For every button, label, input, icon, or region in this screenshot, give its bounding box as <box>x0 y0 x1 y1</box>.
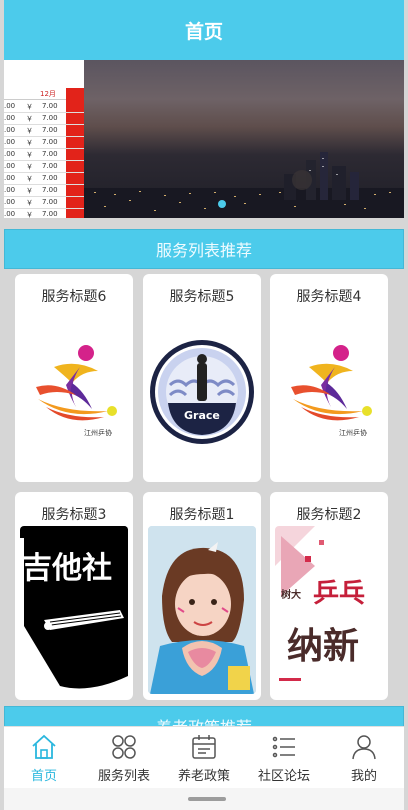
sheet-cell: 7.00 <box>42 198 58 206</box>
tab-home[interactable]: 首页 <box>4 727 84 789</box>
sheet-row: .00 ￥ 7.00 <box>4 209 84 218</box>
sheet-cell: .00 <box>4 126 16 134</box>
page-title: 首页 <box>184 20 223 43</box>
service-card[interactable]: 服务标题1 <box>143 492 261 700</box>
service-card-title: 服务标题1 <box>169 507 235 523</box>
sheet-cell: ￥ <box>26 199 33 207</box>
grace-badge-icon: Grace <box>148 308 256 476</box>
sheet-cell: 7.00 <box>42 150 58 158</box>
girl-photo <box>148 526 256 694</box>
system-home-bar <box>4 788 404 810</box>
sheet-row: .00 ￥ 7.00 <box>4 161 84 173</box>
tab-mine[interactable]: 我的 <box>324 727 404 789</box>
sheet-cell: ￥ <box>26 151 33 159</box>
sheet-cell: 7.00 <box>42 174 58 182</box>
sheet-cell: 7.00 <box>42 210 58 218</box>
sheet-month-label: 12月 <box>40 90 56 98</box>
sheet-cell: ￥ <box>26 187 33 195</box>
service-card-title: 服务标题2 <box>296 507 362 523</box>
guitar-club-logo-icon: 吉他社 <box>20 526 128 694</box>
poster-top-text: 乒乓 <box>313 579 365 609</box>
grace-badge-text: Grace <box>184 409 220 422</box>
tab-label: 首页 <box>30 769 57 784</box>
sports-logo-caption: 江州乒协 <box>339 428 367 437</box>
sheet-cell: ￥ <box>26 175 33 183</box>
sheet-cell: .00 <box>4 150 16 158</box>
sheet-cell: ￥ <box>26 115 33 123</box>
service-card-title: 服务标题5 <box>169 289 235 305</box>
sheet-cell: .00 <box>4 210 16 218</box>
bottom-tab-bar: 首页 服务列表 养老政策 社区论坛 我的 <box>4 726 404 788</box>
service-card[interactable]: 服务标题4 江州乒协 <box>270 274 388 482</box>
sheet-cell: .00 <box>4 102 16 110</box>
sheet-cell: ￥ <box>26 103 33 111</box>
sheet-cell: .00 <box>4 174 16 182</box>
tab-label: 服务列表 <box>97 769 150 784</box>
sports-logo-icon: 江州乒协 <box>20 308 128 476</box>
sheet-cell: ￥ <box>26 163 33 171</box>
sheet-cell: .00 <box>4 186 16 194</box>
guitar-club-text: 吉他社 <box>22 551 112 586</box>
services-section-header: 服务列表推荐 <box>4 229 404 269</box>
tab-elderly-policy[interactable]: 养老政策 <box>164 727 244 789</box>
banner-carousel[interactable]: 12月 .00 ￥ 7.00 .00 ￥ 7.00 .00 ￥ 7.00 .00 ￥ 7.00 .00 ￥… <box>4 60 404 218</box>
sheet-cell: ￥ <box>26 139 33 147</box>
sheet-row: .00 ￥ 7.00 <box>4 197 84 209</box>
sheet-cell: ￥ <box>26 211 33 218</box>
service-card[interactable]: 服务标题3 吉他社 <box>15 492 133 700</box>
service-card-title: 服务标题4 <box>296 289 362 305</box>
calendar-icon <box>192 735 216 759</box>
sheet-row: .00 ￥ 7.00 <box>4 149 84 161</box>
pingpong-poster: 树大 乒乓 纳新 <box>275 526 383 694</box>
sheet-cell: 7.00 <box>42 162 58 170</box>
sheet-cell: .00 <box>4 162 16 170</box>
tab-community-forum[interactable]: 社区论坛 <box>244 727 324 789</box>
sheet-row: .00 ￥ 7.00 <box>4 101 84 113</box>
sheet-cell: 7.00 <box>42 186 58 194</box>
sports-logo-caption: 江州乒协 <box>84 428 112 437</box>
sheet-cell: 7.00 <box>42 138 58 146</box>
sheet-row: .00 ￥ 7.00 <box>4 137 84 149</box>
sheet-cell: .00 <box>4 114 16 122</box>
sheet-row: .00 ￥ 7.00 <box>4 113 84 125</box>
tab-label: 我的 <box>350 769 377 784</box>
service-card-title: 服务标题6 <box>41 289 107 305</box>
tab-label: 社区论坛 <box>257 769 310 784</box>
sheet-row: .00 ￥ 7.00 <box>4 125 84 137</box>
list-icon <box>272 736 295 758</box>
service-card-title: 服务标题3 <box>41 507 107 523</box>
services-section-title: 服务列表推荐 <box>155 241 252 260</box>
sheet-cell: ￥ <box>26 127 33 135</box>
sports-logo-icon: 江州乒协 <box>275 308 383 476</box>
top-nav-bar: 首页 <box>4 0 404 60</box>
service-card[interactable]: 服务标题6 江州乒协 <box>15 274 133 482</box>
home-indicator[interactable] <box>188 797 226 801</box>
sheet-cell: .00 <box>4 138 16 146</box>
tab-service-list[interactable]: 服务列表 <box>84 727 164 789</box>
poster-small-text: 树大 <box>281 588 301 601</box>
sheet-cell: 7.00 <box>42 114 58 122</box>
poster-big-text: 纳新 <box>287 626 359 667</box>
sheet-row: .00 ￥ 7.00 <box>4 185 84 197</box>
service-card[interactable]: 服务标题5 Grace <box>143 274 261 482</box>
home-icon <box>32 734 56 759</box>
carousel-indicator-dot[interactable] <box>218 200 226 208</box>
sheet-row: .00 ￥ 7.00 <box>4 173 84 185</box>
sheet-cell: .00 <box>4 198 16 206</box>
sheet-cell: 7.00 <box>42 102 58 110</box>
tab-label: 养老政策 <box>177 769 230 784</box>
user-icon <box>352 735 376 760</box>
grid-icon <box>112 735 136 759</box>
service-card[interactable]: 服务标题2 树大 乒乓 纳新 <box>270 492 388 700</box>
city-skyline-image <box>84 152 404 218</box>
sheet-cell: 7.00 <box>42 126 58 134</box>
banner-spreadsheet-image: 12月 .00 ￥ 7.00 .00 ￥ 7.00 .00 ￥ 7.00 .00 ￥ 7.00 .00 ￥… <box>4 60 84 218</box>
